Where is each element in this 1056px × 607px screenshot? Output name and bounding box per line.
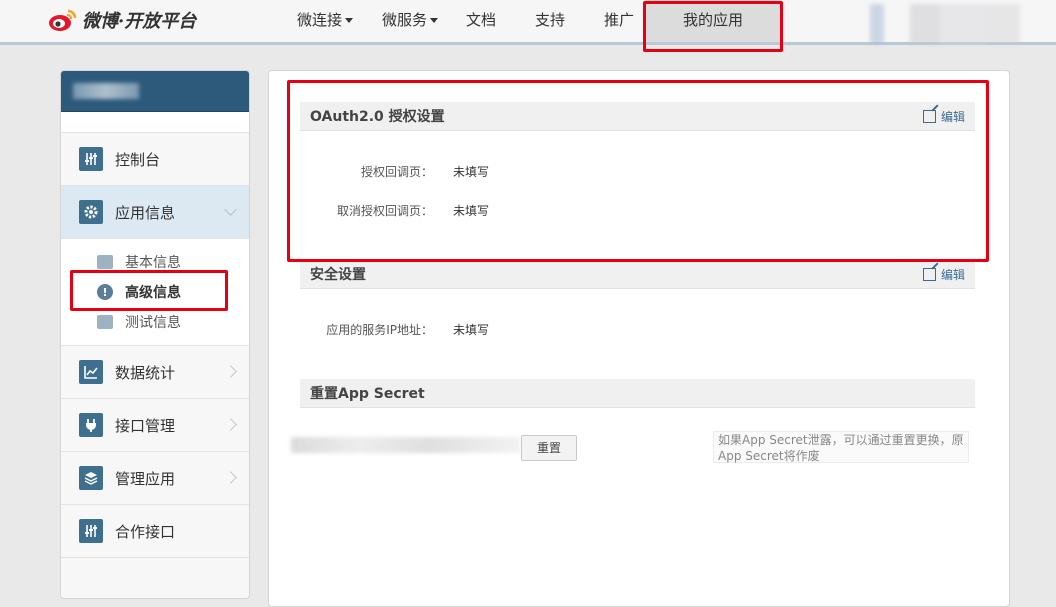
weibo-eye-icon <box>49 9 77 31</box>
nav-item-docs[interactable]: 文档 <box>466 0 496 42</box>
card-icon <box>97 255 113 269</box>
nav-label: 推广 <box>604 11 635 29</box>
info-icon: ! <box>97 284 113 300</box>
secret-section-title: 重置App Secret <box>310 386 425 402</box>
ip-label: 应用的服务IP地址： <box>326 323 433 337</box>
sidebar-item-label: 数据统计 <box>115 363 176 382</box>
nav-label: 支持 <box>535 11 566 29</box>
sidebar-spacer <box>61 112 249 133</box>
reset-secret-button[interactable]: 重置 <box>521 435 577 461</box>
user-card-icon <box>97 315 113 329</box>
sliders-icon <box>79 519 103 543</box>
caret-down-icon <box>345 18 354 23</box>
submenu-label: 基本信息 <box>125 255 181 271</box>
sidebar-item-app-info[interactable]: 应用信息 <box>61 186 249 239</box>
sliders-icon <box>79 147 103 171</box>
cancel-callback-value: 未填写 <box>453 204 490 218</box>
nav-label: 我的应用 <box>682 11 743 29</box>
security-section-header: 安全设置 编辑 <box>300 260 975 289</box>
edit-label: 编辑 <box>940 110 965 124</box>
chevron-down-icon <box>224 203 237 216</box>
plug-icon <box>79 413 103 437</box>
app-name-redacted <box>73 83 139 99</box>
cancel-callback-label: 取消授权回调页： <box>336 204 433 218</box>
sidebar-item-label: 接口管理 <box>115 416 176 435</box>
ip-value: 未填写 <box>453 323 490 337</box>
nav-item-promote[interactable]: 推广 <box>604 0 634 42</box>
sidebar: 控制台 应用信息 基本信息 ! 高级信息 测试信息 数据统计 接口管理 管理应用… <box>60 70 250 599</box>
security-edit-link[interactable]: 编辑 <box>922 266 965 283</box>
submenu-item-advanced-info[interactable]: ! 高级信息 <box>61 277 249 307</box>
edit-icon <box>922 268 936 281</box>
sidebar-item-console[interactable]: 控制台 <box>61 133 249 186</box>
sidebar-item-partner-api[interactable]: 合作接口 <box>61 505 249 558</box>
submenu-label: 测试信息 <box>125 315 181 331</box>
oauth-section-title: OAuth2.0 授权设置 <box>310 109 445 125</box>
app-secret-redacted <box>291 437 521 453</box>
user-account-redacted[interactable] <box>870 4 1030 44</box>
sidebar-item-data-stats[interactable]: 数据统计 <box>61 346 249 399</box>
edit-label: 编辑 <box>940 268 965 282</box>
layers-icon <box>79 466 103 490</box>
chevron-right-icon <box>224 418 237 431</box>
security-section-title: 安全设置 <box>310 267 366 283</box>
nav-item-weilianjie[interactable]: 微连接 <box>297 0 354 42</box>
sidebar-item-label: 控制台 <box>115 150 161 169</box>
sidebar-item-label: 应用信息 <box>115 203 176 222</box>
submenu-item-basic-info[interactable]: 基本信息 <box>61 247 249 277</box>
chevron-right-icon <box>224 471 237 484</box>
weibo-logo[interactable]: 微博·开放平台 <box>48 6 196 34</box>
nav-label: 微服务 <box>382 11 428 29</box>
secret-section-header: 重置App Secret <box>300 379 975 408</box>
sidebar-item-label: 合作接口 <box>115 522 176 541</box>
caret-down-icon <box>430 18 439 23</box>
top-navigation-bar: 微博·开放平台 微连接 微服务 文档 支持 推广 我的应用 <box>0 0 1056 45</box>
oauth-edit-link[interactable]: 编辑 <box>922 108 965 125</box>
submenu-label: 高级信息 <box>125 285 181 301</box>
nav-label: 文档 <box>466 11 497 29</box>
sidebar-item-manage-apps[interactable]: 管理应用 <box>61 452 249 505</box>
callback-label: 授权回调页： <box>360 165 433 179</box>
nav-item-weifuwu[interactable]: 微服务 <box>382 0 439 42</box>
nav-label: 微连接 <box>297 11 343 29</box>
chevron-right-icon <box>224 365 237 378</box>
gear-icon <box>79 200 103 224</box>
edit-icon <box>922 110 936 123</box>
app-info-submenu: 基本信息 ! 高级信息 测试信息 <box>61 239 249 346</box>
submenu-item-test-info[interactable]: 测试信息 <box>61 307 249 337</box>
app-name-header <box>61 71 249 112</box>
callback-value: 未填写 <box>453 165 490 179</box>
oauth-section-header: OAuth2.0 授权设置 编辑 <box>300 102 975 131</box>
main-panel: OAuth2.0 授权设置 编辑 授权回调页： 未填写 取消授权回调页： 未填写… <box>268 70 1010 607</box>
sidebar-item-label: 管理应用 <box>115 469 176 488</box>
reset-secret-hint: 如果App Secret泄露，可以通过重置更换，原App Secret将作废 <box>713 431 969 463</box>
chart-icon <box>79 360 103 384</box>
sidebar-item-api-manage[interactable]: 接口管理 <box>61 399 249 452</box>
logo-text: 微博·开放平台 <box>82 11 197 32</box>
nav-item-support[interactable]: 支持 <box>535 0 565 42</box>
nav-item-my-apps[interactable]: 我的应用 <box>646 0 780 42</box>
